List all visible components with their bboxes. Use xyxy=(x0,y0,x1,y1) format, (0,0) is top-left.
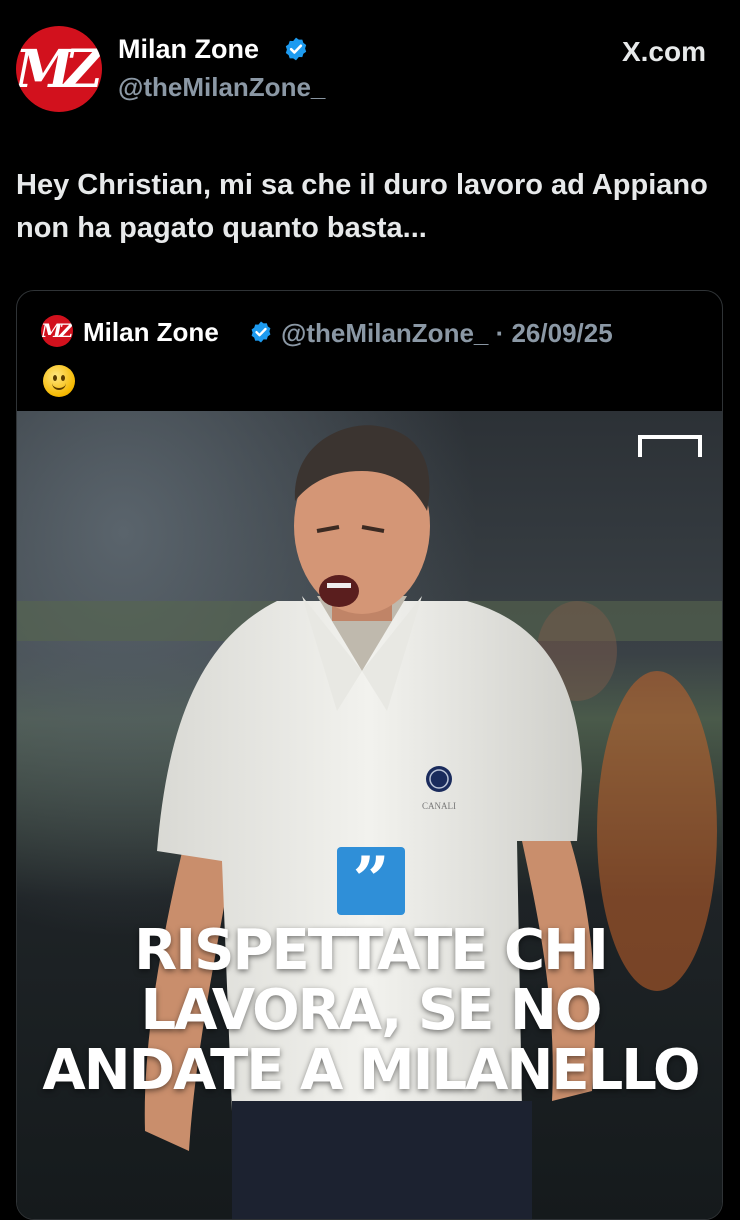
quoted-avatar-logo-text: MZ xyxy=(41,320,73,342)
quoted-tweet-card[interactable]: MZ Milan Zone @theMilanZone_ · 26/09/25 xyxy=(16,290,723,1220)
quoted-handle-and-date[interactable]: @theMilanZone_ · 26/09/25 xyxy=(281,318,613,349)
verified-badge-icon xyxy=(285,37,307,61)
quoted-author-name[interactable]: Milan Zone xyxy=(83,317,219,348)
quoted-author-avatar[interactable]: MZ xyxy=(41,315,73,347)
shirt-sponsor-text: CANALI xyxy=(422,801,456,811)
avatar-logo-text: MZ xyxy=(16,38,102,100)
quote-mark-icon: ” xyxy=(337,847,405,915)
slightly-smiling-face-icon xyxy=(43,365,75,397)
x-com-source-label: X.com xyxy=(621,36,706,67)
author-handle[interactable]: @theMilanZone_ xyxy=(118,72,325,103)
author-name[interactable]: Milan Zone xyxy=(118,34,259,65)
goal-logo-icon xyxy=(638,435,702,457)
tweet-text: Hey Christian, mi sa che il duro lavoro … xyxy=(16,169,708,244)
verified-badge-icon xyxy=(251,321,271,343)
author-avatar[interactable]: MZ xyxy=(16,26,102,112)
tweet-photo[interactable]: CANALI ” RISPETTATE CHI LAVORA, SE NO AN… xyxy=(17,411,722,1219)
image-headline: RISPETTATE CHI LAVORA, SE NO ANDATE A MI… xyxy=(42,918,700,1103)
